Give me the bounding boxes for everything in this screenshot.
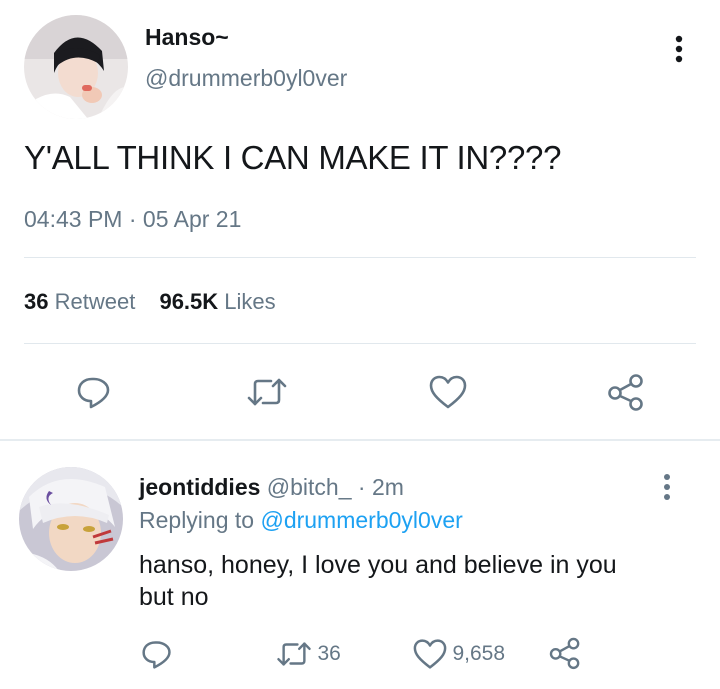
like-icon[interactable] [428,374,468,410]
reply-retweet-icon [275,638,313,670]
reply-retweet-button[interactable]: 36 [275,638,341,670]
reply-like-count: 9,658 [452,642,506,665]
reply-text-line-1: hanso, honey, I love you and believe in … [139,551,617,579]
like-label: Likes [224,289,276,314]
reply-share-icon[interactable] [548,636,582,670]
retweet-stat[interactable]: 36 Retweet [24,289,141,314]
reply-text-line-2: but no [139,583,209,611]
author-avatar[interactable] [24,15,128,119]
reply-display-name[interactable]: jeontiddies [139,474,260,500]
tweet-date: 05 Apr 21 [142,206,242,232]
reply-author-avatar[interactable] [19,467,123,571]
divider [24,343,696,344]
author-display-name[interactable]: Hanso~ [145,24,229,51]
replying-to-handle-link[interactable]: @drummerb0yl0ver [260,507,462,533]
tweet-stats: 36 Retweet 96.5K Likes [24,289,276,315]
retweet-label: Retweet [54,289,136,314]
reply-time-separator: · [357,474,366,500]
tweet-timestamp: 04:43 PM · 05 Apr 21 [24,206,241,233]
replying-to-label: Replying to [139,507,255,533]
reply-header: jeontiddies @bitch_ · 2m [139,474,404,501]
reply-like-button[interactable]: 9,658 [412,638,505,670]
more-options-icon[interactable] [669,34,689,64]
reply-text: hanso, honey, I love you and believe in … [139,549,617,613]
like-stat[interactable]: 96.5K Likes [159,289,275,314]
reply-icon[interactable] [76,374,112,410]
reply-handle[interactable]: @bitch_ [267,474,352,500]
replying-to-line: Replying to @drummerb0yl0ver [139,507,463,534]
tweet-text: Y'ALL THINK I CAN MAKE IT IN???? [24,139,562,176]
share-icon[interactable] [606,372,646,412]
section-divider [0,439,720,441]
reply-retweet-count: 36 [317,642,341,665]
tweet-time: 04:43 PM [24,206,123,232]
reply-reply-icon[interactable] [141,638,173,670]
reply-time: 2m [371,474,404,500]
timestamp-separator: · [128,206,137,232]
retweet-count: 36 [24,289,49,314]
author-handle[interactable]: @drummerb0yl0ver [145,65,347,92]
reply-like-icon [412,638,448,670]
retweet-icon[interactable] [245,374,289,410]
like-count: 96.5K [159,289,219,314]
reply-more-options-icon[interactable] [657,472,677,502]
divider [24,257,696,258]
